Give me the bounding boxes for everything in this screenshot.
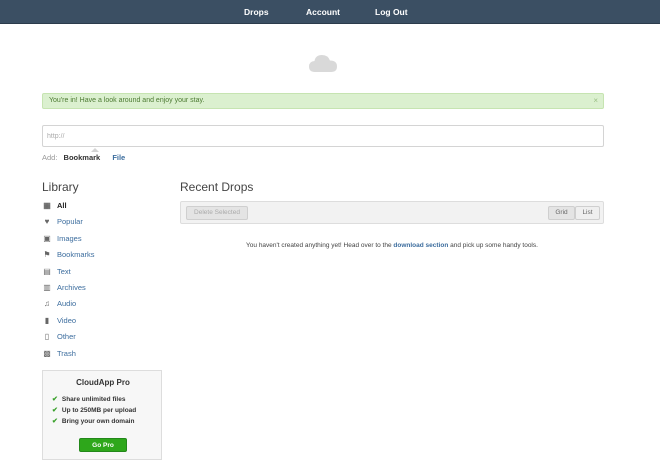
archive-icon: ▥: [43, 282, 51, 292]
library-item-images[interactable]: ▣ Images: [42, 234, 95, 250]
add-type-selector: Add: Bookmark File: [42, 148, 125, 162]
library-item-trash[interactable]: ▩ Trash: [42, 349, 95, 365]
add-label: Add:: [42, 153, 58, 162]
image-icon: ▣: [43, 233, 51, 243]
library-item-archives[interactable]: ▥ Archives: [42, 283, 95, 299]
top-nav-bar: Drops Account Log Out: [0, 0, 660, 24]
download-section-link[interactable]: download section: [393, 242, 448, 249]
library-item-audio[interactable]: ♫ Audio: [42, 299, 95, 315]
nav-drops[interactable]: Drops: [244, 0, 269, 24]
caret-up-icon: [90, 148, 99, 152]
pro-promo-box: CloudApp Pro ✔ Share unlimited files ✔ Up …: [42, 370, 162, 460]
cloud-logo-icon: [309, 55, 337, 72]
file-icon: ▯: [44, 332, 50, 342]
library-item-popular[interactable]: ♥ Popular: [42, 217, 95, 233]
drops-toolbar: Delete Selected Grid List: [180, 201, 604, 224]
promo-feature: ✔ Bring your own domain: [52, 418, 135, 425]
list-view-button[interactable]: List: [575, 206, 600, 220]
library-list: ▦ All ♥ Popular ▣ Images ⚑ Bookmarks ▤ Text ▥…: [42, 201, 95, 365]
document-icon: ▤: [43, 266, 51, 276]
alert-message: You're in! Have a look around and enjoy …: [49, 97, 205, 104]
delete-selected-button[interactable]: Delete Selected: [186, 206, 248, 220]
success-alert: You're in! Have a look around and enjoy …: [42, 93, 604, 109]
heart-icon: ♥: [44, 217, 50, 227]
library-item-bookmarks[interactable]: ⚑ Bookmarks: [42, 250, 94, 266]
add-file-option[interactable]: File: [112, 153, 125, 162]
library-item-text[interactable]: ▤ Text: [42, 267, 95, 283]
trash-icon: ▩: [43, 348, 51, 358]
check-icon: ✔: [52, 418, 58, 425]
library-item-all[interactable]: ▦ All: [42, 201, 95, 217]
bookmark-url-input[interactable]: [42, 125, 604, 147]
promo-title: CloudApp Pro: [76, 378, 130, 387]
music-note-icon: ♫: [44, 299, 50, 309]
grid-view-button[interactable]: Grid: [548, 206, 575, 220]
grid-icon: ▦: [43, 201, 51, 210]
library-item-video[interactable]: ▮ Video: [42, 316, 95, 332]
recent-drops-title: Recent Drops: [180, 180, 254, 194]
film-icon: ▮: [44, 315, 50, 325]
nav-logout[interactable]: Log Out: [375, 0, 408, 24]
nav-account[interactable]: Account: [306, 0, 340, 24]
library-title: Library: [42, 180, 79, 194]
close-icon[interactable]: ×: [593, 94, 598, 108]
empty-drops-message: You haven't created anything yet! Head o…: [246, 242, 538, 249]
bookmark-icon: ⚑: [43, 250, 51, 260]
go-pro-button[interactable]: Go Pro: [79, 438, 127, 452]
promo-feature: ✔ Up to 250MB per upload: [52, 407, 137, 414]
promo-feature-list: ✔ Share unlimited files ✔ Up to 250MB per …: [52, 394, 136, 427]
check-icon: ✔: [52, 396, 58, 403]
promo-feature: ✔ Share unlimited files: [52, 396, 126, 403]
library-item-other[interactable]: ▯ Other: [42, 332, 95, 348]
check-icon: ✔: [52, 407, 58, 414]
add-bookmark-option[interactable]: Bookmark: [64, 148, 100, 162]
